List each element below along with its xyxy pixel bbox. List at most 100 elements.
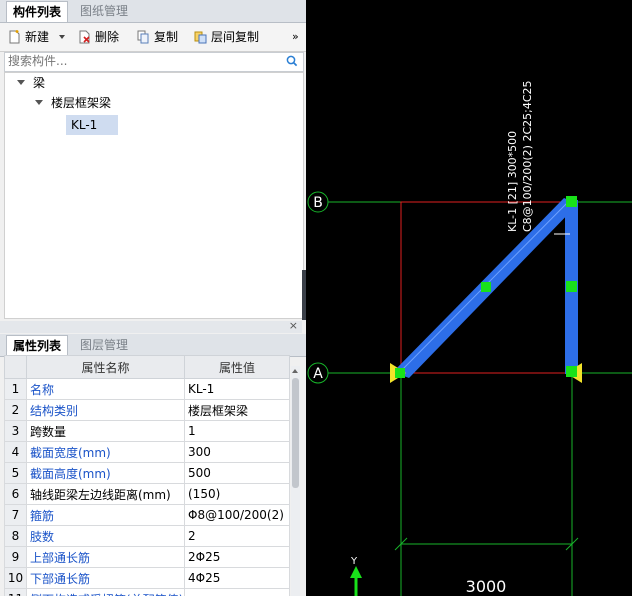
close-icon[interactable]: ×	[289, 319, 298, 332]
property-row[interactable]: 2 结构类别 楼层框架梁	[4, 399, 290, 421]
tree-node-kl1[interactable]: KL-1	[66, 115, 118, 135]
dimension-label: 3000	[466, 577, 507, 596]
search-box	[4, 52, 304, 72]
grip-point[interactable]	[481, 282, 491, 292]
row-number: 8	[4, 525, 27, 547]
property-row[interactable]: 11侧面构造或受扭筋(总配筋值)	[4, 588, 290, 596]
floor-copy-button[interactable]: 层间复制	[194, 27, 259, 47]
property-value[interactable]: 楼层框架梁	[184, 399, 290, 421]
scroll-up-icon[interactable]	[292, 369, 298, 373]
row-number: 2	[4, 399, 27, 421]
tab-layer-management[interactable]: 图层管理	[74, 335, 134, 355]
property-row[interactable]: 9 上部通长筋 2Φ25	[4, 546, 290, 568]
property-table: 属性名称 属性值 1 名称 KL-1 2 结构类别 楼层框架梁 3 跨数量 1 4 截面宽度(mm)…	[4, 355, 290, 596]
property-name-header: 属性名称	[26, 355, 185, 379]
delete-label: 删除	[95, 30, 120, 44]
axis-label-a: A	[313, 366, 323, 382]
tab-property-list[interactable]: 属性列表	[6, 335, 69, 356]
row-number: 10	[4, 567, 27, 589]
row-number: 4	[4, 441, 27, 463]
tree-node-beam[interactable]: 梁	[17, 73, 45, 93]
property-name: 跨数量	[26, 420, 185, 442]
tree-node-frame-beam[interactable]: 楼层框架梁	[35, 93, 111, 113]
property-value[interactable]: 300	[184, 441, 290, 463]
row-number: 6	[4, 483, 27, 505]
property-rows: 1 名称 KL-1 2 结构类别 楼层框架梁 3 跨数量 1 4 截面宽度(mm) 300 5 截面高度(…	[4, 378, 290, 596]
property-row[interactable]: 5 截面高度(mm) 500	[4, 462, 290, 484]
delete-icon	[78, 30, 91, 44]
property-name: 肢数	[26, 525, 185, 547]
new-button[interactable]: 新建	[8, 27, 65, 47]
property-value[interactable]: 1	[184, 420, 290, 442]
property-name: 侧面构造或受扭筋(总配筋值)	[26, 588, 185, 596]
floor-copy-icon	[194, 30, 207, 44]
floor-copy-label: 层间复制	[211, 30, 260, 44]
property-row[interactable]: 1 名称 KL-1	[4, 378, 290, 400]
property-row[interactable]: 6 轴线距梁左边线距离(mm) (150)	[4, 483, 290, 505]
property-value[interactable]: 500	[184, 462, 290, 484]
property-value-header: 属性值	[184, 355, 290, 379]
tree-node-beam-label: 梁	[33, 76, 46, 90]
tab-drawing-management[interactable]: 图纸管理	[74, 1, 134, 21]
new-doc-icon	[8, 30, 21, 44]
row-number-header	[4, 355, 27, 379]
expand-arrow-icon[interactable]	[35, 100, 43, 105]
property-name: 上部通长筋	[26, 546, 185, 568]
property-row[interactable]: 7 箍筋 Φ8@100/200(2)	[4, 504, 290, 526]
row-number: 1	[4, 378, 27, 400]
grip-point[interactable]	[566, 366, 577, 377]
toolbar-overflow-button[interactable]: »	[292, 27, 299, 47]
grip-point[interactable]	[395, 368, 405, 378]
property-scrollbar[interactable]	[291, 366, 300, 596]
property-header-row: 属性名称 属性值	[4, 355, 290, 379]
property-value[interactable]	[184, 588, 290, 596]
property-value[interactable]: KL-1	[184, 378, 290, 400]
property-name: 截面宽度(mm)	[26, 441, 185, 463]
property-row[interactable]: 10 下部通长筋 4Φ25	[4, 567, 290, 589]
tree-node-frame-beam-label: 楼层框架梁	[51, 96, 112, 110]
copy-label: 复制	[154, 30, 179, 44]
grip-point[interactable]	[566, 196, 577, 207]
delete-button[interactable]: 删除	[78, 27, 119, 47]
axis-label-b: B	[313, 195, 323, 211]
tab-component-list[interactable]: 构件列表	[6, 1, 69, 22]
grip-point[interactable]	[566, 281, 577, 292]
row-number: 11	[4, 588, 27, 596]
new-label: 新建	[25, 30, 50, 44]
copy-icon	[137, 30, 150, 44]
property-row[interactable]: 8 肢数 2	[4, 525, 290, 547]
property-value[interactable]: Φ8@100/200(2)	[184, 504, 290, 526]
component-toolbar: 新建 删除 复制 层间复制 »	[0, 23, 306, 52]
property-row[interactable]: 3 跨数量 1	[4, 420, 290, 442]
expand-arrow-icon[interactable]	[17, 80, 25, 85]
component-tree: 梁 楼层框架梁 KL-1	[4, 72, 304, 319]
scrollbar-thumb[interactable]	[292, 378, 299, 488]
copy-button[interactable]: 复制	[137, 27, 178, 47]
property-name: 轴线距梁左边线距离(mm)	[26, 483, 185, 505]
property-name: 下部通长筋	[26, 567, 185, 589]
property-tabbar: 属性列表 图层管理	[0, 334, 306, 357]
beam-label-name: KL-1 [21] 300*500	[506, 131, 519, 232]
property-name: 结构类别	[26, 399, 185, 421]
search-input[interactable]	[5, 53, 281, 69]
row-number: 5	[4, 462, 27, 484]
property-value[interactable]: 2Φ25	[184, 546, 290, 568]
property-name: 截面高度(mm)	[26, 462, 185, 484]
row-number: 3	[4, 420, 27, 442]
panel-header-strip: ×	[0, 319, 302, 333]
cad-canvas[interactable]: 3000 B A KL-1 [21] 300*500 C8@100/200(2)…	[306, 0, 632, 596]
property-row[interactable]: 4 截面宽度(mm) 300	[4, 441, 290, 463]
component-tabbar: 构件列表 图纸管理	[0, 0, 306, 23]
property-value[interactable]: 2	[184, 525, 290, 547]
chevron-down-icon[interactable]	[58, 35, 65, 39]
left-panel: 构件列表 图纸管理 新建 删除 复制 层间复制 » 搜索构件... 梁 楼层框架…	[0, 0, 306, 596]
property-name: 名称	[26, 378, 185, 400]
row-number: 9	[4, 546, 27, 568]
search-icon[interactable]	[286, 55, 298, 70]
property-value[interactable]: (150)	[184, 483, 290, 505]
beam-label-rebar: C8@100/200(2) 2C25;4C25	[521, 80, 534, 232]
row-number: 7	[4, 504, 27, 526]
property-value[interactable]: 4Φ25	[184, 567, 290, 589]
property-name: 箍筋	[26, 504, 185, 526]
ucs-y-label: Y	[350, 556, 358, 567]
